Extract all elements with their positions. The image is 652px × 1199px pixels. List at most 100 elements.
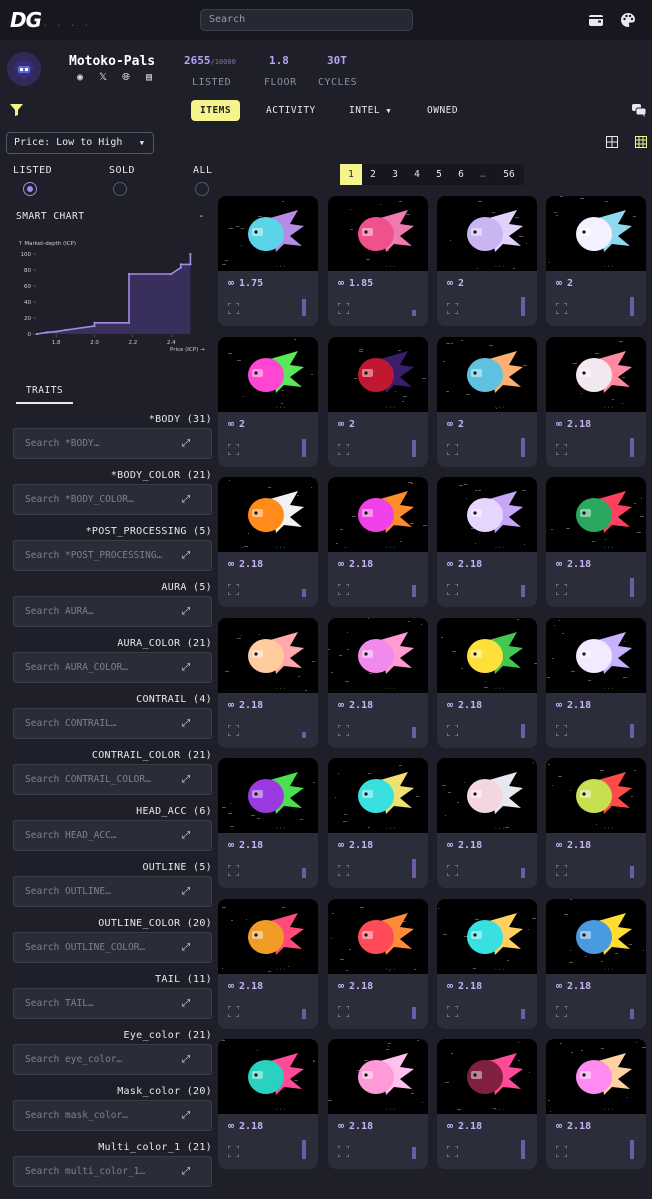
nft-card[interactable]: • • • ∞ 2.18 — [218, 758, 318, 888]
fullscreen-icon[interactable] — [228, 303, 239, 314]
nft-image[interactable]: • • • — [546, 898, 646, 974]
fullscreen-icon[interactable] — [447, 1146, 458, 1157]
search-input[interactable]: Search — [200, 9, 413, 31]
page-button[interactable]: 6 — [450, 164, 472, 185]
expand-icon[interactable]: ⤢ — [182, 933, 190, 962]
fullscreen-icon[interactable] — [447, 724, 458, 736]
page-button[interactable]: 56 — [494, 164, 524, 185]
trait-search-input[interactable]: Search AURA… ⤢ — [13, 596, 212, 627]
fullscreen-icon[interactable] — [556, 1005, 567, 1017]
filter-icon[interactable] — [10, 104, 23, 116]
expand-icon[interactable]: ⤢ — [182, 877, 190, 906]
nft-card[interactable]: • • • ∞ 2.18 — [546, 898, 646, 1029]
nft-card[interactable]: • • • ∞ 2.18 — [218, 617, 318, 748]
fullscreen-icon[interactable] — [228, 865, 239, 876]
expand-icon[interactable]: ⤢ — [182, 1157, 190, 1186]
fullscreen-icon[interactable] — [447, 584, 458, 595]
fullscreen-icon[interactable] — [228, 1005, 239, 1017]
nft-image[interactable]: • • • — [437, 1039, 537, 1114]
trait-search-input[interactable]: Search *BODY… ⤢ — [13, 428, 212, 459]
trait-search-input[interactable]: Search CONTRAIL_COLOR… ⤢ — [13, 764, 212, 795]
nft-image[interactable]: • • • — [546, 1039, 646, 1114]
palette-icon[interactable] — [620, 12, 636, 28]
nft-card[interactable]: • • • ∞ 2.18 — [546, 477, 646, 607]
nft-image[interactable]: • • • — [328, 336, 428, 412]
nft-card[interactable]: • • • ∞ 2 — [328, 336, 428, 467]
nft-image[interactable]: • • • — [546, 196, 646, 271]
page-button[interactable]: 3 — [384, 164, 406, 185]
nft-image[interactable]: • • • — [437, 758, 537, 833]
nft-image[interactable]: • • • — [546, 477, 646, 552]
trait-search-input[interactable]: Search multi_color_1… ⤢ — [13, 1156, 212, 1187]
tab-intel[interactable]: INTEL ▼ — [340, 100, 400, 121]
expand-icon[interactable]: ⤢ — [182, 821, 190, 850]
radio-sold[interactable] — [113, 182, 127, 196]
nft-image[interactable]: • • • — [328, 477, 428, 552]
traits-tab[interactable]: TRAITS — [16, 385, 73, 404]
radio-listed[interactable] — [23, 182, 37, 196]
nft-card[interactable]: • • • ∞ 2.18 — [437, 758, 537, 888]
page-button[interactable]: 4 — [406, 164, 428, 185]
nft-card[interactable]: • • • ∞ 2.18 — [546, 1039, 646, 1169]
nft-card[interactable]: • • • ∞ 2.18 — [218, 898, 318, 1029]
page-button[interactable]: 1 — [340, 164, 362, 185]
trait-search-input[interactable]: Search *BODY_COLOR… ⤢ — [13, 484, 212, 515]
fullscreen-icon[interactable] — [447, 1005, 458, 1017]
nft-card[interactable]: • • • ∞ 2.18 — [328, 898, 428, 1029]
nft-card[interactable]: • • • ∞ 2.18 — [437, 617, 537, 748]
nft-card[interactable]: • • • ∞ 2 — [437, 336, 537, 467]
expand-icon[interactable]: ⤢ — [182, 653, 190, 682]
nft-image[interactable]: • • • — [437, 617, 537, 693]
page-button[interactable]: 5 — [428, 164, 450, 185]
nft-image[interactable]: • • • — [218, 617, 318, 693]
trait-search-input[interactable]: Search *POST_PROCESSING… ⤢ — [13, 540, 212, 571]
trait-search-input[interactable]: Search TAIL… ⤢ — [13, 988, 212, 1019]
fullscreen-icon[interactable] — [228, 443, 239, 455]
nft-image[interactable]: • • • — [437, 898, 537, 974]
expand-icon[interactable]: ⤢ — [182, 989, 190, 1018]
page-button[interactable]: 2 — [362, 164, 384, 185]
x-twitter-icon[interactable]: 𝕏 — [97, 72, 109, 83]
nft-card[interactable]: • • • ∞ 2.18 — [328, 477, 428, 607]
fullscreen-icon[interactable] — [556, 584, 567, 595]
nft-image[interactable]: • • • — [546, 336, 646, 412]
fullscreen-icon[interactable] — [338, 1005, 349, 1017]
smart-chart-collapse[interactable]: - — [198, 209, 205, 222]
fullscreen-icon[interactable] — [338, 584, 349, 595]
nft-image[interactable]: • • • — [546, 617, 646, 693]
nft-card[interactable]: • • • ∞ 2.18 — [218, 477, 318, 607]
nft-card[interactable]: • • • ∞ 2.18 — [328, 758, 428, 888]
dg-logo[interactable]: DG — [10, 8, 42, 32]
tab-owned[interactable]: OWNED — [418, 100, 467, 121]
fullscreen-icon[interactable] — [556, 724, 567, 736]
nft-card[interactable]: • • • ∞ 1.85 — [328, 196, 428, 326]
nft-card[interactable]: • • • ∞ 2.18 — [546, 758, 646, 888]
nft-card[interactable]: • • • ∞ 2.18 — [437, 898, 537, 1029]
expand-icon[interactable]: ⤢ — [182, 765, 190, 794]
document-icon[interactable]: ▤ — [143, 72, 155, 83]
nft-image[interactable]: • • • — [546, 758, 646, 833]
nft-card[interactable]: • • • ∞ 2.18 — [437, 477, 537, 607]
tab-activity[interactable]: ACTIVITY — [257, 100, 325, 121]
nft-image[interactable]: • • • — [218, 477, 318, 552]
trait-search-input[interactable]: Search HEAD_ACC… ⤢ — [13, 820, 212, 851]
wallet-icon[interactable] — [588, 12, 604, 28]
nft-image[interactable]: • • • — [437, 196, 537, 271]
expand-icon[interactable]: ⤢ — [182, 1045, 190, 1074]
nft-image[interactable]: • • • — [328, 196, 428, 271]
fullscreen-icon[interactable] — [556, 865, 567, 876]
nft-card[interactable]: • • • ∞ 2.18 — [218, 1039, 318, 1169]
small-grid-icon[interactable] — [635, 136, 647, 148]
nft-card[interactable]: • • • ∞ 2.18 — [437, 1039, 537, 1169]
nft-card[interactable]: • • • ∞ 2.18 — [546, 336, 646, 467]
fullscreen-icon[interactable] — [447, 865, 458, 876]
trait-search-input[interactable]: Search AURA_COLOR… ⤢ — [13, 652, 212, 683]
nft-image[interactable]: • • • — [328, 617, 428, 693]
fullscreen-icon[interactable] — [228, 1146, 239, 1157]
radio-all[interactable] — [195, 182, 209, 196]
trait-search-input[interactable]: Search OUTLINE_COLOR… ⤢ — [13, 932, 212, 963]
nft-card[interactable]: • • • ∞ 2 — [218, 336, 318, 467]
nft-image[interactable]: • • • — [218, 898, 318, 974]
expand-icon[interactable]: ⤢ — [182, 1101, 190, 1130]
expand-icon[interactable]: ⤢ — [182, 541, 190, 570]
